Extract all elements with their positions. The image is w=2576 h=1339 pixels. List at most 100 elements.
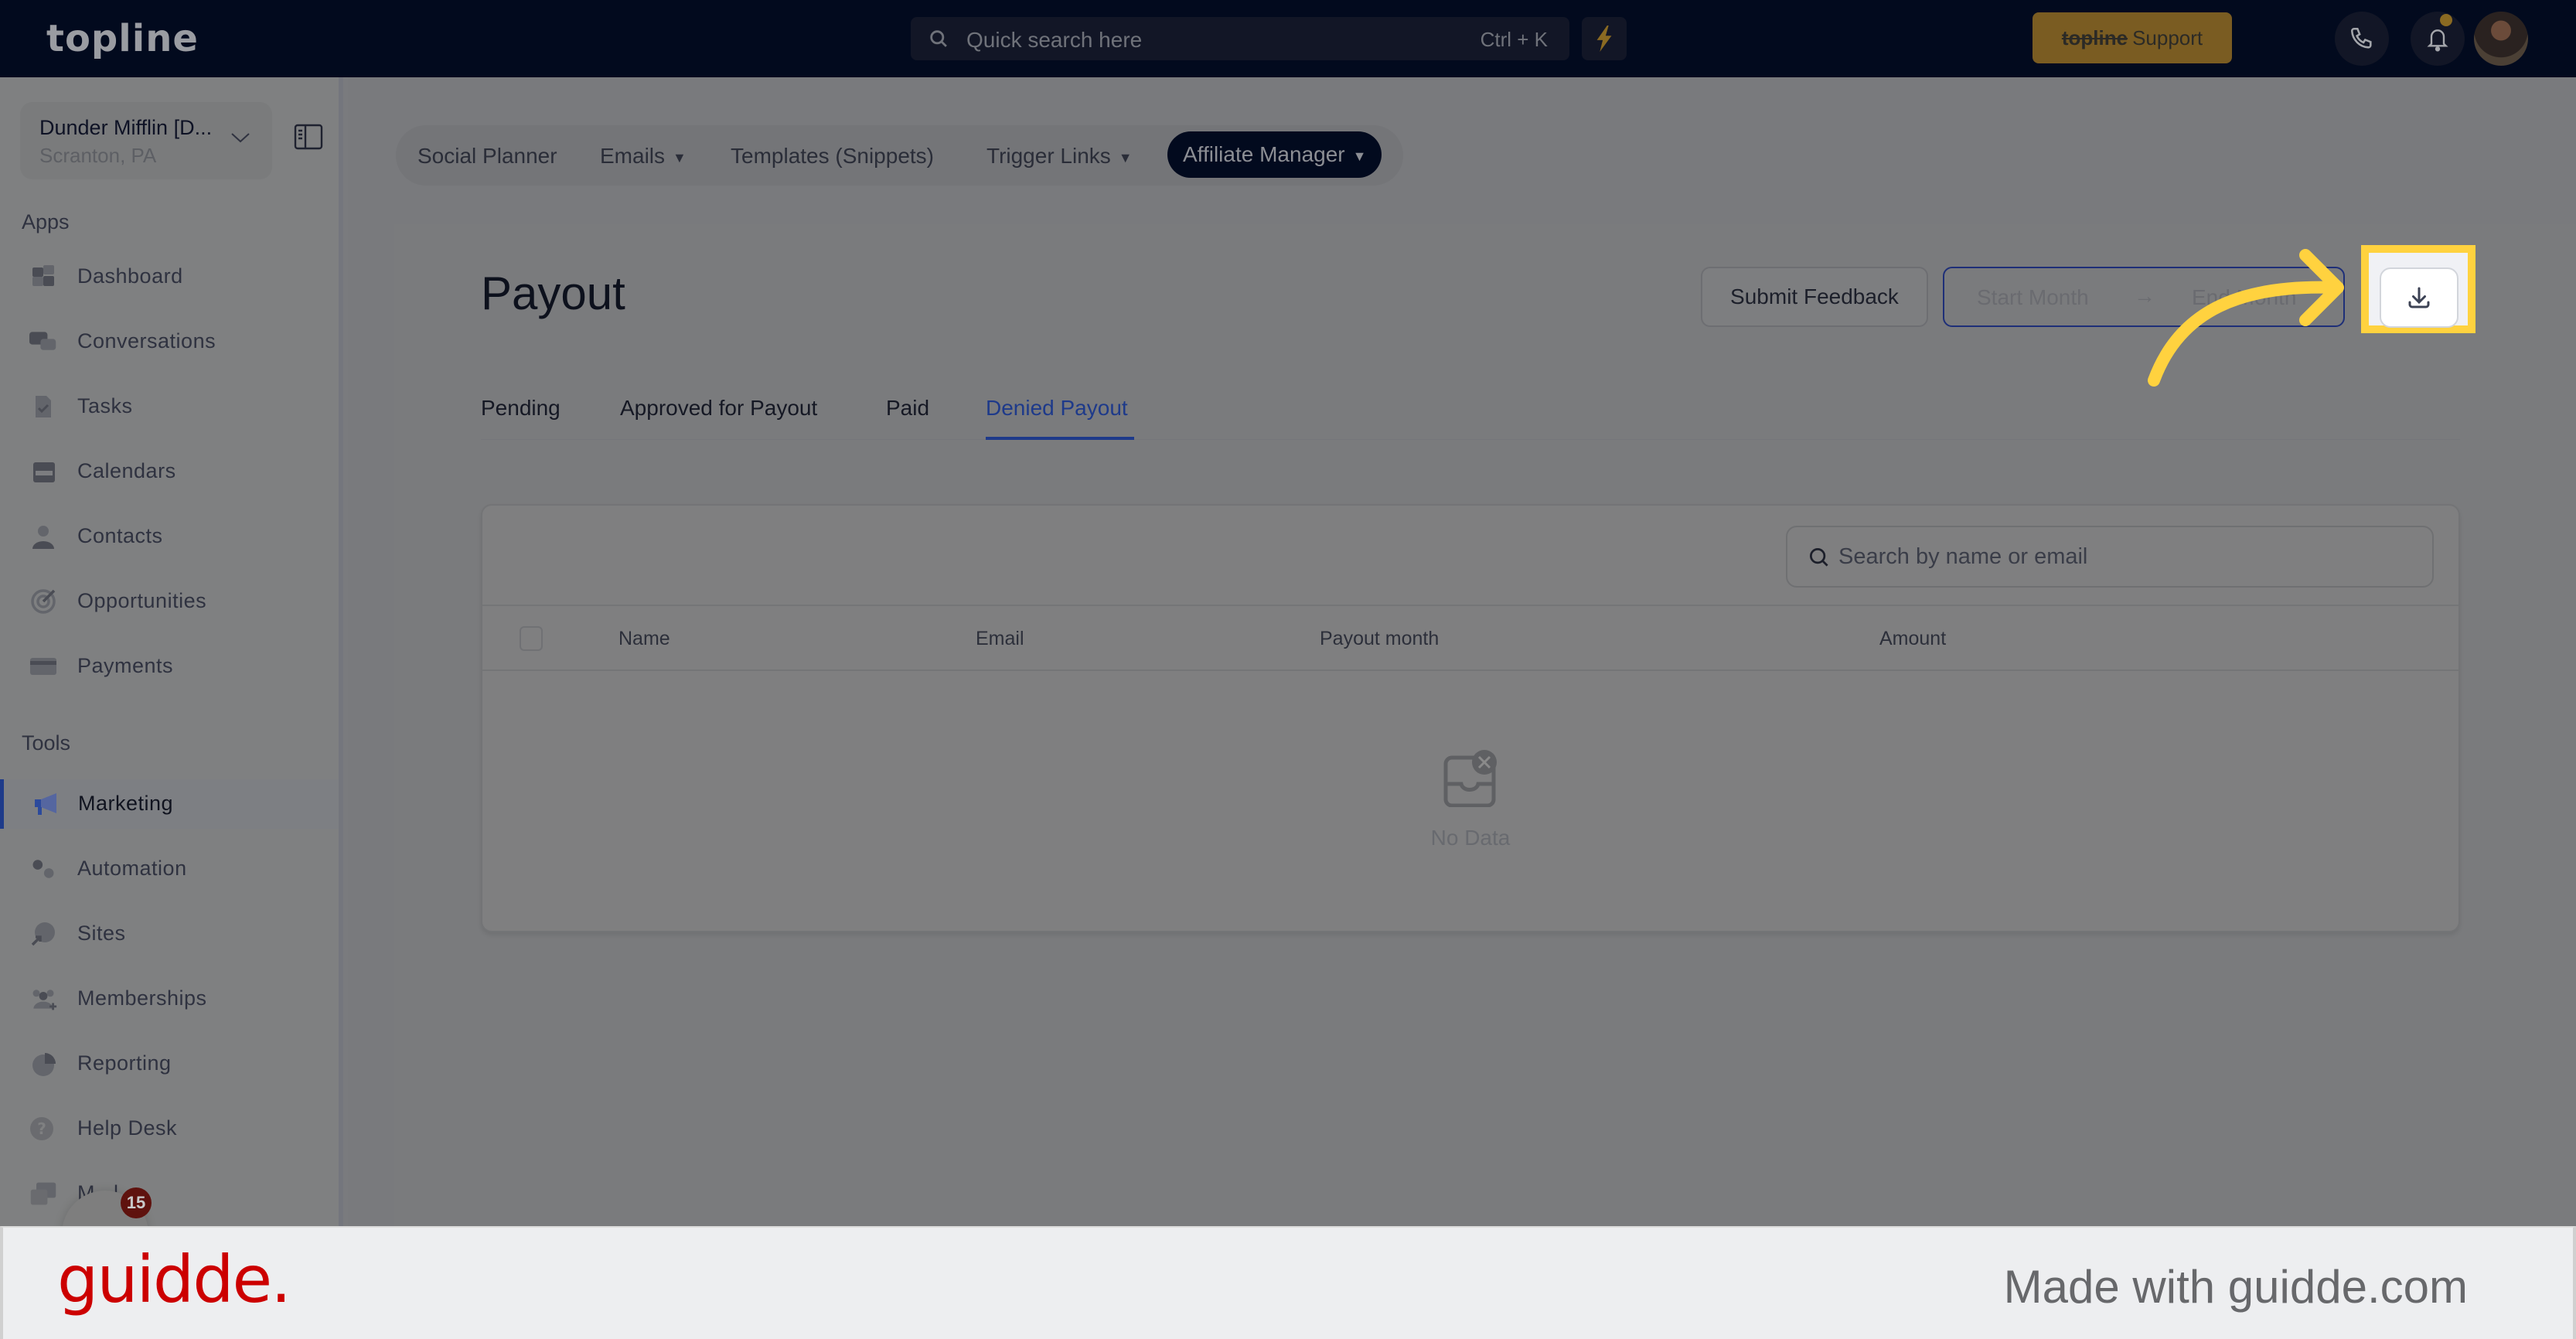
sidebar-item-payments[interactable]: Payments [0, 642, 339, 691]
tabs-divider [481, 439, 2460, 440]
subnav-label: Emails [600, 144, 666, 168]
chat-bubbles-icon [29, 332, 56, 350]
tab-approved-for-payout[interactable]: Approved for Payout [620, 396, 817, 421]
collapse-sidebar-icon[interactable] [294, 124, 323, 150]
sidebar-item-conversations[interactable]: Conversations [0, 317, 339, 366]
sidebar-item-label: Conversations [77, 329, 216, 353]
chevron-down-icon: ▼ [1352, 148, 1367, 164]
sidebar-item-opportunities[interactable]: Opportunities [0, 577, 339, 626]
sidebar-item-help-desk[interactable]: ? Help Desk [0, 1104, 339, 1153]
sidebar-item-dashboard[interactable]: Dashboard [0, 252, 339, 302]
subnav-social-planner[interactable]: Social Planner [417, 141, 557, 172]
notifications-button[interactable] [2411, 12, 2465, 66]
sidebar-item-label: Dashboard [77, 264, 183, 288]
subnav-label: Templates (Snippets) [731, 144, 935, 168]
dashboard-icon [32, 265, 54, 286]
tab-pending[interactable]: Pending [481, 396, 561, 421]
select-all-checkbox[interactable] [520, 626, 543, 651]
download-icon [2408, 287, 2430, 308]
sidebar-item-label: Sites [77, 922, 126, 945]
calendar-icon [33, 462, 55, 482]
shortcut-hint: Ctrl + K [1480, 28, 1548, 51]
subnav-label: Social Planner [417, 144, 557, 168]
sidebar-item-automation[interactable]: Automation [0, 844, 339, 894]
megaphone-icon [35, 793, 56, 815]
start-month-input[interactable]: Start Month [1977, 285, 2089, 310]
subnav-templates[interactable]: Templates (Snippets) [731, 141, 934, 172]
phone-button[interactable] [2335, 12, 2389, 66]
column-header-amount[interactable]: Amount [1879, 628, 1946, 650]
user-avatar[interactable] [2474, 12, 2528, 66]
sidebar-item-label: Marketing [78, 792, 174, 815]
subnav-label: Affiliate Manager [1183, 142, 1345, 166]
chevron-down-icon [231, 133, 250, 143]
made-with-text: Made with guidde.com [2003, 1261, 2468, 1313]
pie-chart-icon [32, 1053, 56, 1076]
download-button[interactable] [2380, 267, 2458, 328]
chat-unread-badge: 15 [121, 1187, 152, 1218]
sidebar-item-label: Reporting [77, 1051, 172, 1075]
lightning-icon [1596, 26, 1612, 52]
submit-feedback-button[interactable]: Submit Feedback [1701, 267, 1928, 327]
question-icon: ? [30, 1117, 53, 1140]
sidebar-item-label: Calendars [77, 459, 176, 482]
account-switcher[interactable]: Dunder Mifflin [D... Scranton, PA [20, 102, 272, 179]
annotation-arrow-icon [2148, 249, 2344, 387]
sidebar-item-label: Opportunities [77, 589, 207, 612]
bell-icon [2427, 29, 2448, 52]
top-bar: topline Quick search here Ctrl + K topli… [0, 0, 2576, 77]
gears-icon [32, 860, 54, 878]
account-location: Scranton, PA [39, 144, 157, 167]
payout-table-card: Search by name or email Name Email Payou… [481, 504, 2460, 932]
table-search-input[interactable]: Search by name or email [1786, 526, 2434, 588]
globe-cursor-icon [31, 922, 55, 946]
target-icon [31, 589, 56, 614]
sidebar-item-label: Tasks [77, 394, 133, 417]
app-logo[interactable]: topline [46, 17, 199, 60]
sidebar-item-memberships[interactable]: Memberships [0, 974, 339, 1024]
empty-inbox-icon [1443, 750, 1497, 807]
sidebar-item-label: Automation [77, 857, 187, 880]
sidebar-item-label: Payments [77, 654, 174, 677]
sidebar-item-marketing[interactable]: Marketing [0, 779, 339, 829]
quick-search-placeholder: Quick search here [966, 28, 1143, 52]
notification-dot [2440, 14, 2452, 26]
chevron-down-icon: ▼ [1118, 149, 1133, 165]
search-icon [930, 30, 947, 47]
sidebar-item-label: Contacts [77, 524, 163, 547]
column-header-email[interactable]: Email [976, 628, 1024, 650]
sidebar-item-tasks[interactable]: Tasks [0, 382, 339, 431]
guidde-footer: guidde. Made with guidde.com [0, 1226, 2576, 1339]
page-title: Payout [481, 267, 625, 319]
subnav-emails[interactable]: Emails ▼ [600, 141, 687, 172]
search-icon [1810, 548, 1828, 567]
quick-action-button[interactable] [1582, 17, 1627, 60]
sidebar-item-sites[interactable]: Sites [0, 909, 339, 959]
active-tab-indicator [986, 437, 1134, 440]
tab-paid[interactable]: Paid [886, 396, 929, 421]
sidebar-item-contacts[interactable]: Contacts [0, 512, 339, 561]
users-plus-icon [32, 990, 57, 1010]
phone-icon [2350, 27, 2372, 49]
subnav-label: Trigger Links [986, 144, 1111, 168]
account-name: Dunder Mifflin [D... [39, 116, 213, 139]
apps-section-label: Apps [22, 210, 70, 233]
column-header-payout-month[interactable]: Payout month [1320, 628, 1439, 650]
tools-section-label: Tools [22, 731, 71, 755]
subnav-trigger-links[interactable]: Trigger Links ▼ [986, 141, 1133, 172]
sidebar-item-calendars[interactable]: Calendars [0, 447, 339, 496]
no-data-text: No Data [1430, 826, 1511, 850]
svg-text:?: ? [37, 1119, 46, 1138]
mail-icon [30, 1182, 56, 1205]
sidebar-item-reporting[interactable]: Reporting [0, 1039, 339, 1089]
sidebar: Dunder Mifflin [D... Scranton, PA Apps D… [0, 77, 343, 1226]
quick-search-input[interactable]: Quick search here Ctrl + K [911, 17, 1569, 60]
sidebar-item-mail[interactable]: M...l [0, 1169, 339, 1218]
subnav-affiliate-manager[interactable]: Affiliate Manager ▼ [1167, 131, 1382, 178]
tab-denied-payout[interactable]: Denied Payout [986, 396, 1128, 421]
sidebar-item-label: Help Desk [77, 1116, 178, 1140]
column-header-name[interactable]: Name [618, 628, 670, 650]
table-header: Name Email Payout month Amount [482, 605, 2458, 671]
support-button[interactable]: topline Support [2033, 12, 2232, 63]
task-check-icon [36, 396, 51, 417]
